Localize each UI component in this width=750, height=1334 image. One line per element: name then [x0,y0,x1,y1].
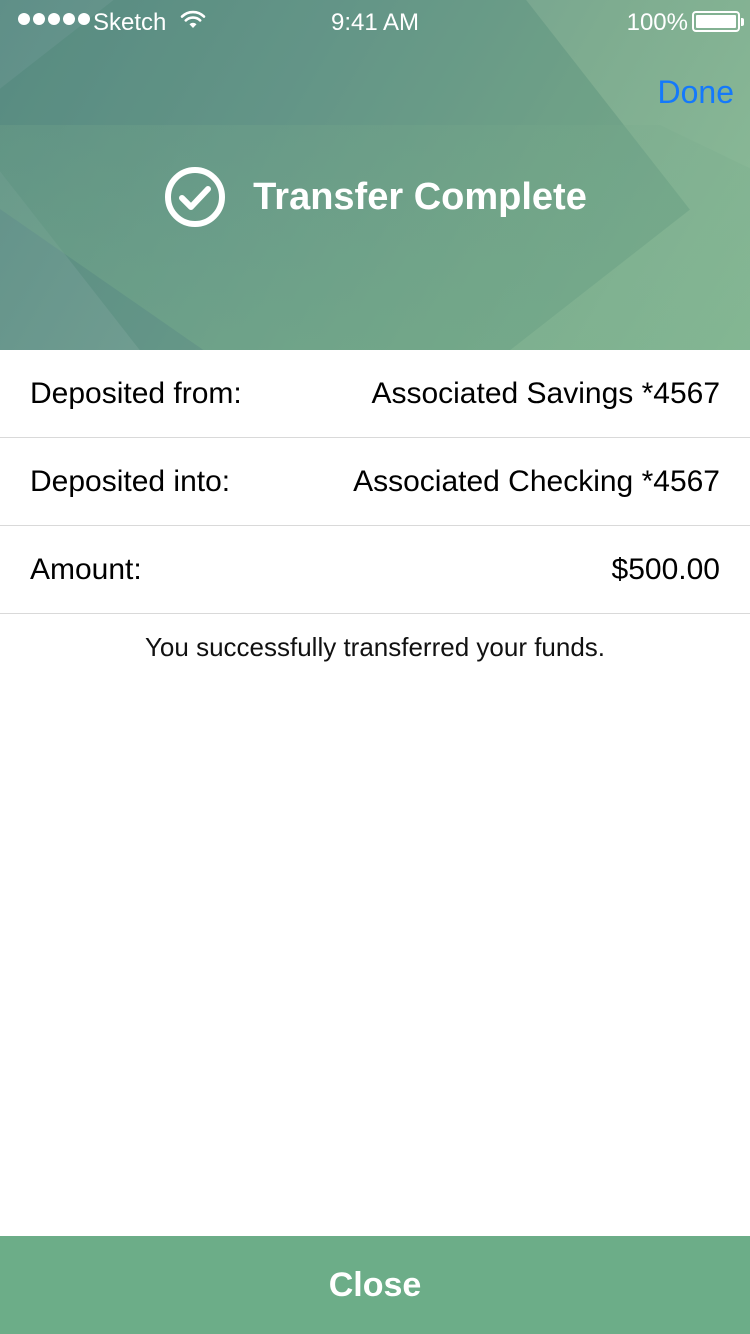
close-button[interactable]: Close [0,1236,750,1334]
battery-icon [692,11,744,32]
success-message: You successfully transferred your funds. [144,632,606,662]
transfer-details: Deposited from: Associated Savings *4567… [0,350,750,614]
detail-value: Associated Checking *4567 [353,464,720,498]
detail-value: Associated Savings *4567 [371,376,720,410]
detail-label: Deposited into: [30,464,231,498]
detail-row-amount: Amount: $500.00 [0,526,750,614]
detail-label: Deposited from: [30,376,242,410]
header-banner: Sketch 9:41 AM 100% Done Transfer Comple… [0,0,750,350]
detail-row-into: Deposited into: Associated Checking *456… [0,438,750,526]
detail-label: Amount: [30,552,142,586]
status-bar: Sketch 9:41 AM 100% [0,0,750,44]
title-row: Transfer Complete [0,165,750,229]
detail-row-from: Deposited from: Associated Savings *4567 [0,350,750,438]
done-button[interactable]: Done [658,74,735,111]
check-circle-icon [165,167,226,227]
page-title: Transfer Complete [253,175,587,218]
detail-value: $500.00 [611,552,720,586]
battery-percentage: 100% [626,9,688,36]
